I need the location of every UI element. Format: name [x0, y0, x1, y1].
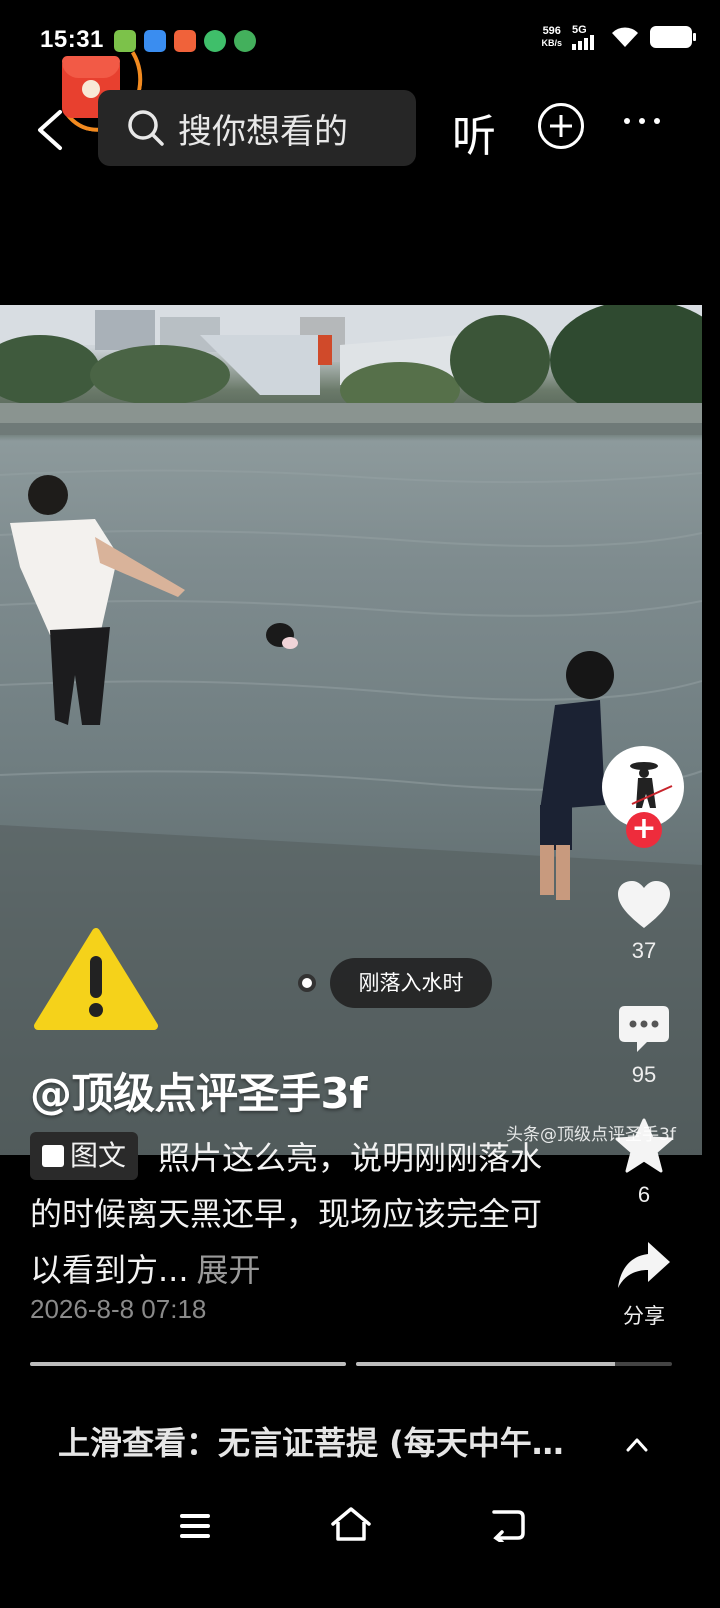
comment-icon [619, 1006, 669, 1052]
post-date: 2026-8-8 07:18 [30, 1294, 207, 1324]
back-button[interactable] [34, 108, 68, 152]
more-button[interactable] [624, 118, 660, 124]
expand-link[interactable]: 展开 [197, 1251, 261, 1289]
author-name[interactable]: @顶级点评圣手3f [30, 1060, 368, 1121]
share-label: 分享 [623, 1305, 665, 1328]
progress-segment [30, 1362, 346, 1366]
favorite-count: 6 [637, 1182, 651, 1207]
progress-segment [356, 1362, 672, 1366]
heart-icon [618, 881, 670, 928]
wechat-icon [204, 30, 226, 52]
battery-icon [650, 26, 696, 48]
image-text-icon [42, 1145, 64, 1167]
progress-fill [30, 1362, 346, 1366]
search-placeholder: 搜你想看的 [178, 111, 348, 152]
nav-home-button[interactable] [330, 1506, 372, 1542]
browser-icon [144, 30, 166, 52]
warning-icon [34, 928, 158, 1030]
wifi-icon [612, 27, 638, 47]
follow-button[interactable]: + [626, 812, 662, 848]
chrome-icon [234, 30, 256, 52]
next-post-hint[interactable]: 上滑查看：无言证菩提 (每天中午… [58, 1418, 658, 1464]
share-button[interactable]: 分享 [610, 1240, 678, 1330]
comment-count: 95 [631, 1062, 657, 1087]
post-type-chip: 图文 [30, 1132, 139, 1180]
like-button[interactable]: 37 [610, 880, 678, 964]
comment-button[interactable]: 95 [610, 1004, 678, 1088]
search-bar[interactable]: 搜你想看的 [98, 90, 416, 166]
publish-button[interactable] [538, 103, 584, 149]
listen-button[interactable]: 听 [452, 100, 496, 164]
image-progress [30, 1362, 672, 1366]
tag-anchor-dot [298, 974, 316, 992]
like-count: 37 [631, 938, 657, 963]
progress-fill [356, 1362, 616, 1366]
notification-icons [114, 30, 256, 52]
nav-back-button[interactable] [490, 1508, 526, 1542]
status-indicators: 596 KB/s 5G [541, 24, 696, 50]
share-icon [618, 1242, 670, 1288]
chevron-up-icon[interactable] [626, 1434, 648, 1456]
image-tag[interactable]: 刚落入水时 [330, 958, 492, 1008]
app-store-icon [174, 30, 196, 52]
nav-menu-button[interactable] [180, 1514, 210, 1538]
signal-icon: 5G [572, 24, 600, 50]
net-speed: 596 KB/s [541, 25, 562, 48]
post-description[interactable]: 图文 照片这么亮，说明刚刚落水的时候离天黑还早，现场应该完全可以看到方... 展开 [30, 1130, 570, 1298]
search-icon [128, 110, 164, 146]
